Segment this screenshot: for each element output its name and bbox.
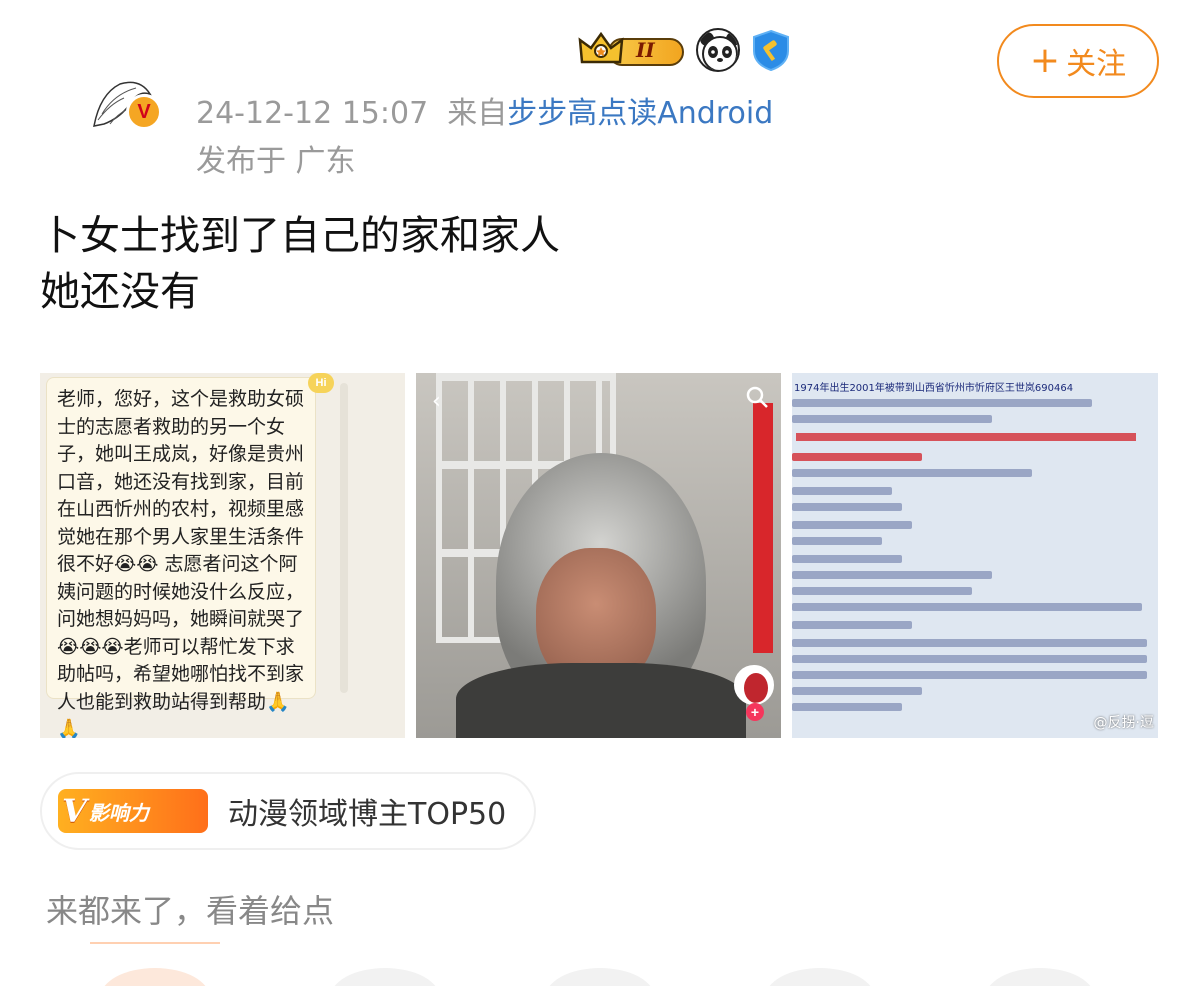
follow-button[interactable]: + 关注 [997, 24, 1159, 98]
doc-line [792, 639, 1147, 647]
doc-line [792, 537, 882, 545]
doc-line [792, 453, 922, 461]
plus-icon: + [1029, 40, 1061, 81]
doc-line [792, 399, 1092, 407]
influence-badge: V 影响力 [58, 789, 208, 833]
post-timestamp: 24-12-12 15:07 [196, 96, 429, 131]
post-line-1: 卜女士找到了自己的家和家人 [40, 213, 560, 259]
panda-icon [696, 28, 740, 72]
photo-red-banner [753, 403, 773, 653]
video-author-avatar[interactable] [734, 665, 774, 705]
doc-line [792, 521, 912, 529]
chevron-left-icon[interactable]: ‹ [432, 389, 441, 414]
crown-icon [578, 32, 624, 64]
hi-badge: Hi [308, 373, 334, 393]
doc-line [792, 655, 1147, 663]
follow-plus-icon[interactable]: + [746, 703, 764, 721]
verified-badge: V [126, 94, 162, 130]
level-badge: II [578, 30, 686, 70]
chat-scrollbar [340, 383, 348, 693]
photo-coat [456, 663, 746, 738]
post-image-chat[interactable]: 老师，您好，这个是救助女硕士的志愿者救助的另一个女子，她叫王成岚，好像是贵州口音… [40, 373, 405, 738]
doc-line [792, 603, 1142, 611]
reaction-button[interactable] [330, 968, 440, 986]
influence-badge-label: 影响力 [88, 800, 149, 825]
doc-line [792, 555, 902, 563]
level-text: II [636, 38, 655, 62]
post-location: 发布于 广东 [196, 144, 356, 179]
reaction-row [0, 968, 1200, 986]
doc-line [792, 671, 1147, 679]
doc-line [792, 687, 922, 695]
comment-prompt: 来都来了，看着给点 [46, 892, 335, 930]
source-prefix: 来自 [447, 96, 508, 131]
verified-icon: V [137, 100, 151, 123]
influence-text: 动漫领域博主TOP50 [228, 797, 507, 832]
reaction-button[interactable] [100, 968, 210, 986]
reaction-button[interactable] [545, 968, 655, 986]
tab-indicator [90, 942, 220, 944]
shield-icon [753, 29, 789, 71]
chat-bubble: 老师，您好，这个是救助女硕士的志愿者救助的另一个女子，她叫王成岚，好像是贵州口音… [46, 377, 316, 738]
doc-line [792, 587, 972, 595]
source-link[interactable]: 步步高点读Android [507, 96, 773, 131]
post-image-photo[interactable]: ‹ + [416, 373, 781, 738]
doc-line [792, 469, 1032, 477]
post-text: 卜女士找到了自己的家和家人 她还没有 [40, 208, 560, 320]
doc-line [792, 571, 992, 579]
image-watermark: @反拐·逗 [1093, 715, 1154, 731]
influence-v-icon: V [62, 792, 87, 830]
user-badges: II [578, 28, 792, 72]
reaction-button[interactable] [985, 968, 1095, 986]
follow-label: 关注 [1066, 47, 1127, 82]
doc-line [792, 703, 902, 711]
search-icon[interactable] [745, 385, 769, 409]
document-header: 1974年出生2001年被带到山西省忻州市忻府区王世岚690464 [794, 383, 1074, 394]
doc-line [792, 503, 902, 511]
doc-warning-line [796, 433, 1136, 441]
post-image-document[interactable]: 1974年出生2001年被带到山西省忻州市忻府区王世岚690464 @反拐·逗 [792, 373, 1158, 738]
influence-tag[interactable]: V 影响力 动漫领域博主TOP50 [40, 772, 536, 850]
post-meta: 24-12-12 15:07 来自步步高点读Android [196, 88, 773, 132]
post-line-2: 她还没有 [40, 269, 200, 315]
reaction-button[interactable] [765, 968, 875, 986]
doc-line [792, 621, 912, 629]
doc-line [792, 415, 992, 423]
doc-line [792, 487, 892, 495]
